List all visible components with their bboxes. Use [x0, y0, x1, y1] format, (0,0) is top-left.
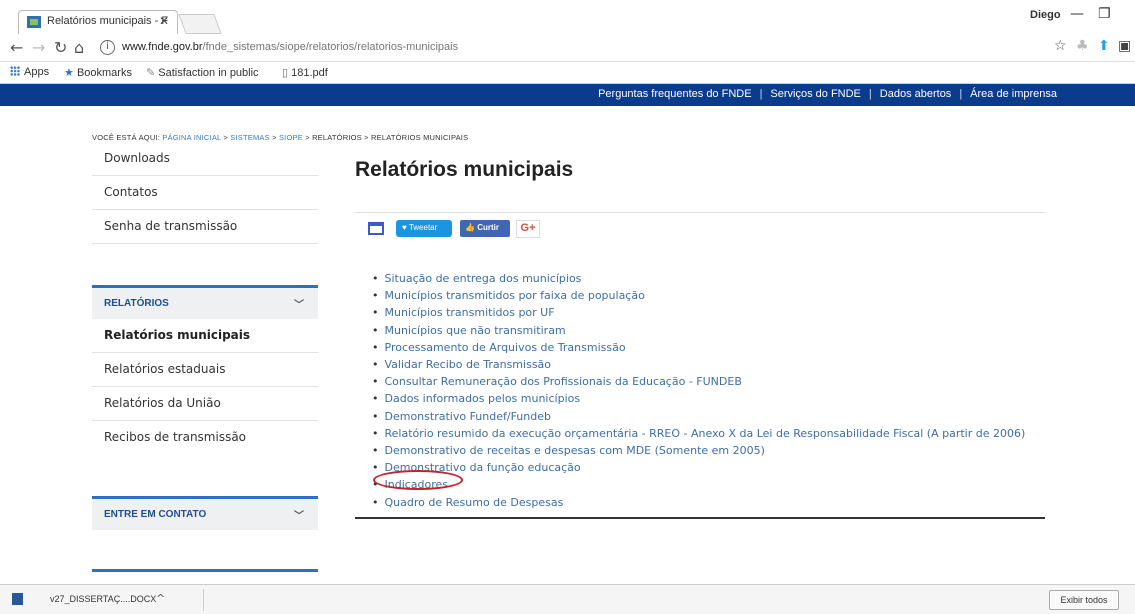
google-plus-button[interactable]: G+ [516, 220, 540, 238]
sidebar-item-relatorios-estaduais[interactable]: Relatórios estaduais [92, 353, 318, 387]
title-divider [355, 212, 1045, 213]
report-link[interactable]: Consultar Remuneração dos Profissionais … [372, 373, 1025, 390]
sidebar-item-relatorios-municipais[interactable]: Relatórios municipais [92, 319, 318, 353]
thumbs-up-icon: 👍 [465, 223, 475, 232]
word-document-icon [12, 593, 23, 605]
sidebar-item-contatos[interactable]: Contatos [92, 176, 318, 210]
bookmark-pdf[interactable]: ▯ 181.pdf [282, 66, 328, 79]
breadcrumb: VOCÊ ESTÁ AQUI: PÁGINA INICIAL > SISTEMA… [92, 133, 469, 142]
url-bar[interactable]: i www.fnde.gov.br/fnde_sistemas/siope/re… [94, 37, 1044, 59]
url-text: www.fnde.gov.br/fnde_sistemas/siope/rela… [122, 41, 459, 53]
tab-title: Relatórios municipais - F [47, 15, 169, 27]
report-link[interactable]: Municípios transmitidos por UF [372, 304, 1025, 321]
top-link-faq[interactable]: Perguntas frequentes do FNDE [598, 88, 751, 100]
document-icon: ▯ [282, 67, 289, 79]
breadcrumb-siope[interactable]: SIOPE [279, 133, 303, 142]
reload-icon[interactable]: ↻ [54, 38, 67, 57]
sidebar-divider [92, 569, 318, 572]
address-toolbar: ← → ↻ ⌂ i www.fnde.gov.br/fnde_sistemas/… [0, 34, 1135, 62]
download-item[interactable]: v27_DISSERTAÇ....DOCX ^ [8, 589, 204, 611]
twitter-icon: ♥ [402, 223, 407, 232]
chevron-down-icon: ﹀ [294, 300, 304, 311]
top-link-services[interactable]: Serviços do FNDE [770, 88, 860, 100]
download-filename: v27_DISSERTAÇ....DOCX [50, 594, 157, 604]
extension-icon[interactable]: ⬆ [1098, 38, 1110, 54]
list-bottom-divider [355, 517, 1045, 519]
bookmarks-bar: Apps ★ Bookmarks ✎ Satisfaction in publi… [0, 62, 1135, 84]
report-link[interactable]: Relatório resumido da execução orçamentá… [372, 425, 1026, 442]
extension-icon[interactable]: ▣ [1118, 38, 1131, 54]
highlight-annotation [373, 470, 463, 490]
new-tab-button[interactable] [178, 14, 222, 34]
bookmark-page-icon: ✎ [146, 67, 156, 79]
browser-tab[interactable]: Relatórios municipais - F ✕ [18, 10, 178, 34]
breadcrumb-current: RELATÓRIOS MUNICIPAIS [371, 133, 469, 142]
report-link[interactable]: Municípios que não transmitiram [372, 322, 1025, 339]
tab-close-icon[interactable]: ✕ [159, 14, 169, 28]
tweet-button[interactable]: ♥ Tweetar [396, 220, 452, 237]
report-list: Situação de entrega dos municípios Munic… [372, 270, 1026, 511]
report-link[interactable]: Demonstrativo da função educação [372, 459, 1025, 476]
report-link[interactable]: Validar Recibo de Transmissão [372, 356, 1025, 373]
sidebar-item-recibos[interactable]: Recibos de transmissão [92, 421, 318, 455]
report-link[interactable]: Processamento de Arquivos de Transmissão [372, 339, 1025, 356]
download-bar: v27_DISSERTAÇ....DOCX ^ Exibir todos [0, 584, 1135, 614]
breadcrumb-home[interactable]: PÁGINA INICIAL [162, 133, 221, 142]
top-link-press[interactable]: Área de imprensa [970, 88, 1057, 100]
favicon-icon [27, 16, 41, 28]
show-all-downloads-button[interactable]: Exibir todos [1049, 590, 1119, 610]
back-arrow-icon[interactable]: ← [10, 38, 23, 57]
report-link[interactable]: Municípios transmitidos por faixa de pop… [372, 287, 1025, 304]
apps-grid-icon [10, 66, 20, 76]
bookmark-apps[interactable]: Apps [10, 66, 49, 78]
extension-icon[interactable]: ♣ [1076, 38, 1089, 54]
star-icon: ★ [64, 67, 74, 79]
sidebar-item-senha[interactable]: Senha de transmissão [92, 210, 318, 244]
info-icon[interactable]: i [100, 40, 115, 55]
like-button[interactable]: 👍 Curtir [460, 220, 510, 237]
sidebar-item-relatorios-uniao[interactable]: Relatórios da União [92, 387, 318, 421]
report-link[interactable]: Demonstrativo Fundef/Fundeb [372, 408, 1025, 425]
site-top-bar: Perguntas frequentes do FNDE | Serviços do… [0, 84, 1135, 106]
chevron-down-icon: ﹀ [294, 511, 304, 522]
report-link[interactable]: Dados informados pelos municípios [372, 390, 1025, 407]
sidebar-section-relatorios[interactable]: RELATÓRIOS ﹀ [92, 285, 318, 319]
forward-arrow-icon[interactable]: → [32, 38, 45, 57]
top-link-open-data[interactable]: Dados abertos [880, 88, 952, 100]
report-link[interactable]: Demonstrativo de receitas e despesas com… [372, 442, 1025, 459]
sidebar-item-downloads[interactable]: Downloads [92, 142, 318, 176]
bookmark-bookmarks[interactable]: ★ Bookmarks [64, 66, 132, 79]
bookmark-satisfaction[interactable]: ✎ Satisfaction in public [146, 66, 259, 79]
home-icon[interactable]: ⌂ [74, 38, 84, 57]
restore-icon[interactable]: ❐ [1098, 6, 1111, 22]
report-link[interactable]: Quadro de Resumo de Despesas [372, 494, 1025, 511]
report-link[interactable]: Situação de entrega dos municípios [372, 270, 1025, 287]
profile-name[interactable]: Diego [1030, 9, 1061, 21]
page-title: Relatórios municipais [355, 158, 574, 181]
minimize-icon[interactable]: — [1070, 6, 1084, 22]
browser-tab-bar: Relatórios municipais - F ✕ Diego — ❐ [0, 0, 1135, 34]
chevron-up-icon[interactable]: ^ [156, 592, 165, 605]
report-link-indicadores[interactable]: Indicadores [372, 476, 1025, 493]
breadcrumb-systems[interactable]: SISTEMAS [230, 133, 270, 142]
breadcrumb-reports[interactable]: RELATÓRIOS [312, 133, 362, 142]
star-icon[interactable]: ☆ [1054, 38, 1067, 54]
print-icon[interactable] [368, 222, 384, 235]
sidebar-section-contato[interactable]: ENTRE EM CONTATO ﹀ [92, 496, 318, 530]
